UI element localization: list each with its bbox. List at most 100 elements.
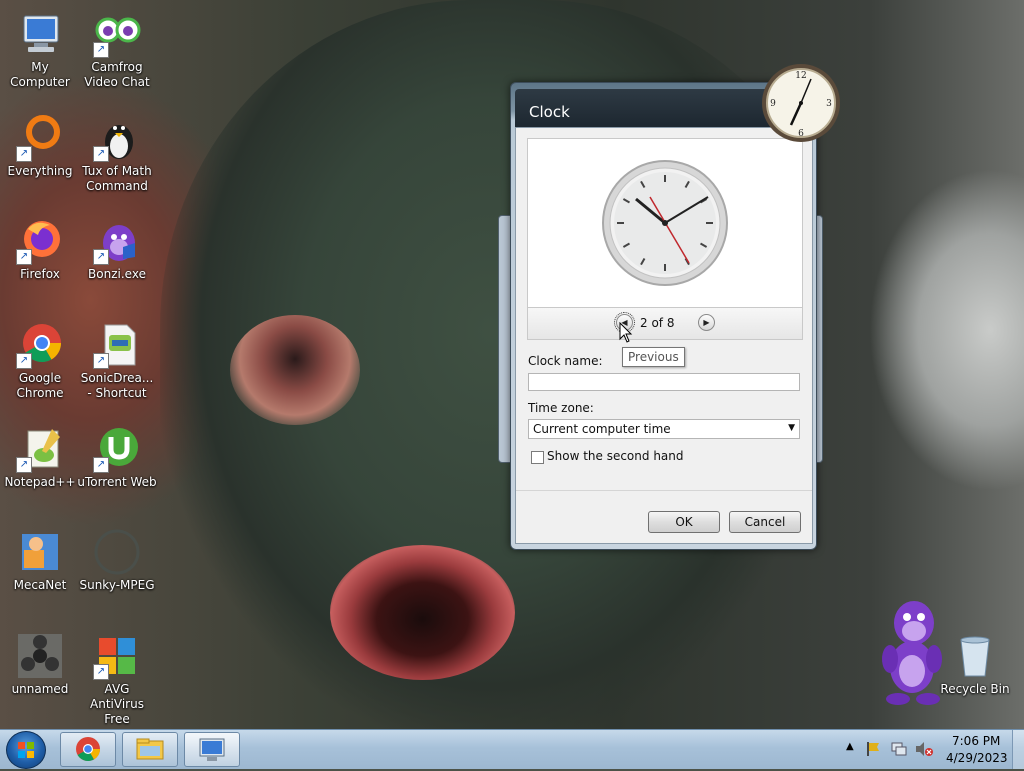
desktop-icon-label: Everything	[7, 164, 73, 178]
cancel-button[interactable]: Cancel	[729, 511, 801, 533]
taskbar-time[interactable]: 7:06 PM	[952, 734, 1000, 748]
clock-face-preview-icon	[602, 160, 728, 286]
camfrog-icon: ↗	[93, 10, 141, 58]
desktop-icon-notepadpp[interactable]: ↗ Notepad++	[0, 425, 80, 490]
desktop-icon-label: Recycle Bin	[940, 682, 1010, 696]
shortcut-arrow-icon: ↗	[93, 664, 109, 680]
desktop-icon-mecanet[interactable]: MecaNet	[0, 528, 80, 593]
clock-gadget[interactable]: 12 6 9 3	[760, 62, 842, 144]
everything-icon: ↗	[16, 114, 64, 162]
wallpaper-mouth	[330, 545, 515, 680]
desktop-icon-label: Tux of Math	[82, 164, 152, 178]
dialog-separator	[516, 490, 812, 491]
desktop-icon-utorrent-web[interactable]: ↗ uTorrent Web	[77, 425, 157, 490]
next-button[interactable]: ▶	[698, 314, 715, 331]
chrome-icon: ↗	[16, 321, 64, 369]
desktop-icon-label: uTorrent Web	[77, 475, 157, 489]
desktop-icon-label: Free	[104, 712, 130, 726]
taskbar-remote-desktop-button[interactable]	[184, 732, 240, 767]
desktop-icon-avg[interactable]: ↗ AVG AntiVirus Free	[77, 632, 157, 727]
desktop-icon-label: My Computer	[10, 60, 70, 89]
time-zone-value: Current computer time	[533, 422, 671, 436]
remote-desktop-icon	[199, 738, 225, 761]
desktop-icon-unnamed[interactable]: unnamed	[0, 632, 80, 697]
clock-gadget-icon: 12 6 9 3	[762, 64, 840, 142]
fidget-spinner-icon	[16, 632, 64, 680]
windows-logo-icon	[18, 742, 34, 758]
shortcut-arrow-icon: ↗	[16, 249, 32, 265]
bonzi-icon: ↗	[93, 217, 141, 265]
desktop-icon-recycle-bin[interactable]: Recycle Bin	[935, 632, 1015, 697]
taskbar-explorer-button[interactable]	[122, 732, 178, 767]
clock-style-navigator: ◀ 2 of 8 ▶	[527, 308, 803, 340]
tux-icon: ↗	[93, 114, 141, 162]
desktop-icon-label: AVG AntiVirus	[90, 682, 144, 711]
shortcut-arrow-icon: ↗	[93, 457, 109, 473]
desktop-icon-label: Sunky-MPEG	[79, 578, 155, 592]
svg-text:9: 9	[770, 99, 776, 109]
utorrent-icon: ↗	[93, 425, 141, 473]
second-hand-label[interactable]: Show the second hand	[547, 449, 684, 463]
desktop-icon-google-chrome[interactable]: ↗ Google Chrome	[0, 321, 80, 401]
sonic-file-icon: ↗	[93, 321, 141, 369]
svg-text:3: 3	[826, 99, 832, 109]
svg-text:6: 6	[798, 129, 804, 139]
desktop-icon-label: - Shortcut	[87, 386, 147, 400]
ok-button[interactable]: OK	[648, 511, 720, 533]
dialog-body: ◀ 2 of 8 ▶ Previous Clock name: Time zon…	[515, 127, 813, 544]
desktop-icon-label: Video Chat	[84, 75, 150, 89]
dialog-title: Clock	[529, 103, 570, 121]
computer-icon	[16, 10, 64, 58]
desktop-icon-sonicdream[interactable]: ↗ SonicDrea... - Shortcut	[77, 321, 157, 401]
desktop-icon-my-computer[interactable]: My Computer	[0, 10, 80, 90]
desktop-icon-tux-of-math[interactable]: ↗ Tux of Math Command	[77, 114, 157, 194]
start-button[interactable]	[6, 731, 46, 769]
clock-name-label: Clock name:	[528, 354, 603, 368]
time-zone-label: Time zone:	[528, 401, 594, 415]
shortcut-arrow-icon: ↗	[16, 146, 32, 162]
shortcut-arrow-icon: ↗	[93, 353, 109, 369]
desktop-icon-camfrog[interactable]: ↗ Camfrog Video Chat	[77, 10, 157, 90]
shortcut-arrow-icon: ↗	[16, 457, 32, 473]
wallpaper-eye	[230, 315, 360, 425]
action-center-flag-icon[interactable]	[865, 740, 883, 758]
page-indicator: 2 of 8	[640, 316, 675, 330]
shortcut-arrow-icon: ↗	[93, 249, 109, 265]
taskbar-chrome-button[interactable]	[60, 732, 116, 767]
show-desktop-button[interactable]	[1012, 730, 1024, 769]
chrome-icon	[76, 737, 100, 762]
avg-icon: ↗	[93, 632, 141, 680]
desktop-icon-label: Firefox	[20, 267, 60, 281]
shortcut-arrow-icon: ↗	[93, 146, 109, 162]
dropdown-arrow-icon: ▼	[788, 423, 795, 433]
show-hidden-icons-button[interactable]: ▲	[846, 741, 854, 752]
previous-tooltip: Previous	[622, 347, 685, 367]
second-hand-checkbox[interactable]	[531, 451, 544, 464]
sunky-mpeg-icon	[93, 528, 141, 576]
desktop-icon-everything[interactable]: ↗ Everything	[0, 114, 80, 179]
shortcut-arrow-icon: ↗	[93, 42, 109, 58]
chevron-right-icon: ▶	[703, 318, 710, 327]
shortcut-arrow-icon: ↗	[16, 353, 32, 369]
mecanet-icon	[16, 528, 64, 576]
desktop-icon-firefox[interactable]: ↗ Firefox	[0, 217, 80, 282]
desktop-icon-label: unnamed	[11, 682, 69, 696]
taskbar-date[interactable]: 4/29/2023	[946, 751, 1008, 765]
desktop-icon-label: Notepad++	[4, 475, 76, 489]
volume-muted-icon[interactable]	[914, 740, 934, 758]
desktop-icon-label: MecaNet	[13, 578, 67, 592]
desktop-icon-sunky-mpeg[interactable]: Sunky-MPEG	[77, 528, 157, 593]
desktop-icon-bonzi[interactable]: ↗ Bonzi.exe	[77, 217, 157, 282]
taskbar: ▲ 7:06 PM 4/29/2023	[0, 729, 1024, 769]
network-icon[interactable]	[890, 740, 908, 758]
time-zone-select[interactable]: Current computer time ▼	[528, 419, 800, 439]
clock-name-input[interactable]	[528, 373, 800, 391]
clock-preview	[527, 138, 803, 308]
desktop-icon-label: Command	[86, 179, 148, 193]
desktop-icon-label: Chrome	[16, 386, 64, 400]
desktop-icon-label: SonicDrea...	[80, 371, 154, 385]
mouse-cursor-icon	[619, 322, 633, 343]
firefox-icon: ↗	[16, 217, 64, 265]
desktop-icon-label: Google	[18, 371, 62, 385]
desktop-icon-label: Bonzi.exe	[88, 267, 146, 281]
